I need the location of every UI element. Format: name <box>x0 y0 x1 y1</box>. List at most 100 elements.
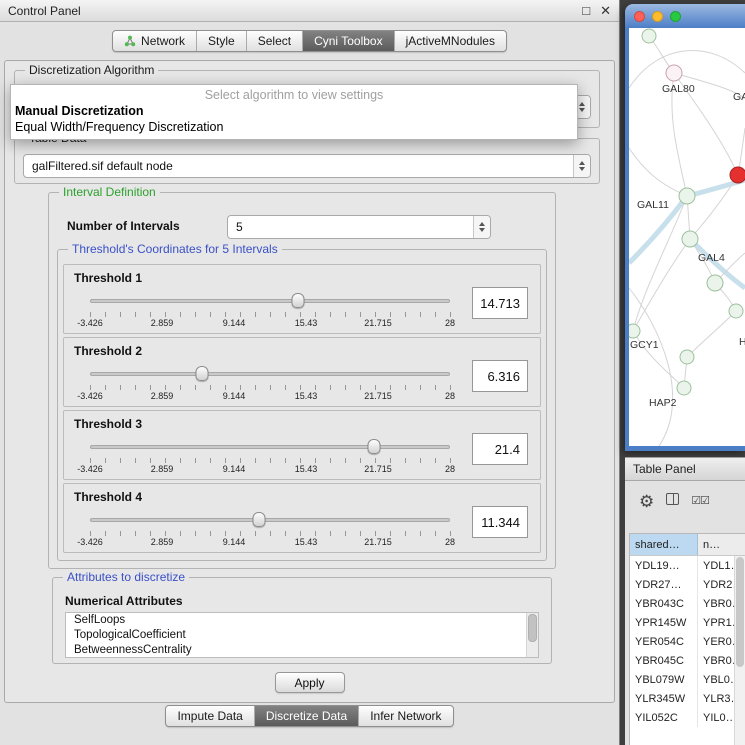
slider-ticks <box>90 531 451 536</box>
apply-button[interactable]: Apply <box>275 672 345 693</box>
threshold-value-field[interactable]: 11.344 <box>472 506 528 538</box>
bottom-tab-discretize-data[interactable]: Discretize Data <box>255 706 359 726</box>
network-edge <box>687 311 736 357</box>
list-scrollbar-thumb[interactable] <box>528 614 537 642</box>
tick-label: 28 <box>445 537 455 547</box>
cell-shared-name[interactable]: YBR045C <box>630 651 698 670</box>
table-row[interactable]: YBR045CYBR0… <box>630 651 745 670</box>
node-label: GAL11 <box>637 199 669 211</box>
float-window-icon[interactable]: □ <box>582 4 590 17</box>
slider-thumb[interactable] <box>368 439 381 454</box>
slider-thumb[interactable] <box>195 366 208 381</box>
tick-label: 15.43 <box>295 537 318 547</box>
cell-shared-name[interactable]: YBL079W <box>630 670 698 689</box>
column-chooser-icon[interactable] <box>666 493 679 509</box>
popup-item-manual-discretization[interactable]: Manual Discretization <box>11 103 577 119</box>
minimize-window-button[interactable] <box>652 11 663 22</box>
cell-shared-name[interactable]: YIL052C <box>630 708 698 727</box>
threshold-value-field[interactable]: 14.713 <box>472 287 528 319</box>
network-node[interactable] <box>666 65 682 81</box>
network-node[interactable] <box>707 275 723 291</box>
tick-label: 9.144 <box>223 464 246 474</box>
threshold-value-field[interactable]: 6.316 <box>472 360 528 392</box>
group-title-thresholds-coordinates: Threshold's Coordinates for 5 Intervals <box>68 242 282 257</box>
attribute-item[interactable]: BetweennessCentrality <box>66 643 538 658</box>
tick-label: 15.43 <box>295 318 318 328</box>
gear-icon[interactable]: ⚙ <box>639 493 654 510</box>
table-row[interactable]: YER054CYER0… <box>630 632 745 651</box>
threshold-label: Threshold 4 <box>74 490 142 504</box>
list-scrollbar[interactable] <box>526 613 538 657</box>
table-row[interactable]: YDR27…YDR2… <box>630 575 745 594</box>
network-node[interactable] <box>679 188 695 204</box>
close-window-button[interactable] <box>634 11 645 22</box>
tab-network[interactable]: Network <box>113 31 197 51</box>
combo-stepper-icon <box>573 155 590 177</box>
slider-track[interactable] <box>90 445 450 449</box>
table-data-combobox[interactable]: galFiltered.sif default node <box>23 154 591 178</box>
bottom-tab-infer-network[interactable]: Infer Network <box>359 706 452 726</box>
slider-thumb[interactable] <box>291 293 304 308</box>
tab-cyni-toolbox[interactable]: Cyni Toolbox <box>303 31 394 51</box>
threshold-label: Threshold 3 <box>74 417 142 431</box>
threshold-slider[interactable] <box>90 512 450 528</box>
network-node[interactable] <box>682 231 698 247</box>
bottom-tab-impute-data[interactable]: Impute Data <box>166 706 254 726</box>
tab-select[interactable]: Select <box>247 31 303 51</box>
network-node[interactable] <box>642 29 656 43</box>
network-node[interactable] <box>729 304 743 318</box>
slider-track[interactable] <box>90 372 450 376</box>
slider-thumb[interactable] <box>253 512 266 527</box>
table-row[interactable]: YIL052CYIL0… <box>630 708 745 727</box>
threshold-value-field[interactable]: 21.4 <box>472 433 528 465</box>
attribute-item[interactable]: TopologicalCoefficient <box>66 628 538 643</box>
cell-shared-name[interactable]: YDL19… <box>630 556 698 575</box>
threshold-slider[interactable] <box>90 439 450 455</box>
slider-track[interactable] <box>90 299 450 303</box>
threshold-slider[interactable] <box>90 293 450 309</box>
cell-shared-name[interactable]: YDR27… <box>630 575 698 594</box>
table-scrollbar[interactable] <box>734 556 745 745</box>
network-node[interactable] <box>677 381 691 395</box>
tick-label: 21.715 <box>364 318 392 328</box>
column-header-shared-name[interactable]: shared… <box>630 534 698 555</box>
node-label: GA <box>733 91 745 103</box>
group-title-interval-definition: Interval Definition <box>59 185 160 200</box>
attribute-item[interactable]: SelfLoops <box>66 613 538 628</box>
table-scrollbar-thumb[interactable] <box>736 557 744 667</box>
cell-shared-name[interactable]: YPR145W <box>630 613 698 632</box>
table-row[interactable]: YBR043CYBR0… <box>630 594 745 613</box>
zoom-window-button[interactable] <box>670 11 681 22</box>
num-intervals-combo-value: 5 <box>228 220 473 234</box>
network-node[interactable] <box>680 350 694 364</box>
select-checkboxes-icon[interactable]: ☑☑ <box>691 496 709 507</box>
threshold-slider[interactable] <box>90 366 450 382</box>
cell-shared-name[interactable]: YLR345W <box>630 689 698 708</box>
network-view-window: GAL80GAGAL11GAL4GCY1HAP2H <box>625 4 745 451</box>
table-row[interactable]: YLR345WYLR3… <box>630 689 745 708</box>
network-edge <box>633 196 687 331</box>
table-row[interactable]: YPR145WYPR1… <box>630 613 745 632</box>
numerical-attributes-list[interactable]: SelfLoopsTopologicalCoefficientBetweenne… <box>65 612 539 658</box>
popup-item-equal-width-frequency-discretization[interactable]: Equal Width/Frequency Discretization <box>11 119 577 135</box>
cell-shared-name[interactable]: YBR043C <box>630 594 698 613</box>
table-row[interactable]: YBL079WYBL0… <box>630 670 745 689</box>
table-row[interactable]: YDL19…YDL1… <box>630 556 745 575</box>
network-window-titlebar <box>625 4 745 28</box>
close-panel-icon[interactable]: ✕ <box>600 4 611 17</box>
slider-track[interactable] <box>90 518 450 522</box>
network-node[interactable] <box>629 324 640 338</box>
tick-label: 2.859 <box>151 464 174 474</box>
tick-label: 2.859 <box>151 537 174 547</box>
cell-shared-name[interactable]: YER054C <box>630 632 698 651</box>
num-intervals-combobox[interactable]: 5 <box>227 215 491 239</box>
tab-jactivemnodules[interactable]: jActiveMNodules <box>395 31 506 51</box>
cyni-toolbox-panel: Discretization Algorithm Table Data galF… <box>4 60 615 703</box>
group-title-discretization-algorithm: Discretization Algorithm <box>25 63 158 78</box>
node-label: GAL80 <box>662 83 695 95</box>
table-panel-titlebar: Table Panel <box>625 457 745 481</box>
network-canvas[interactable]: GAL80GAGAL11GAL4GCY1HAP2H <box>629 28 745 446</box>
column-header-name[interactable]: n… <box>698 534 745 555</box>
tab-style[interactable]: Style <box>197 31 247 51</box>
network-node[interactable] <box>730 167 745 183</box>
